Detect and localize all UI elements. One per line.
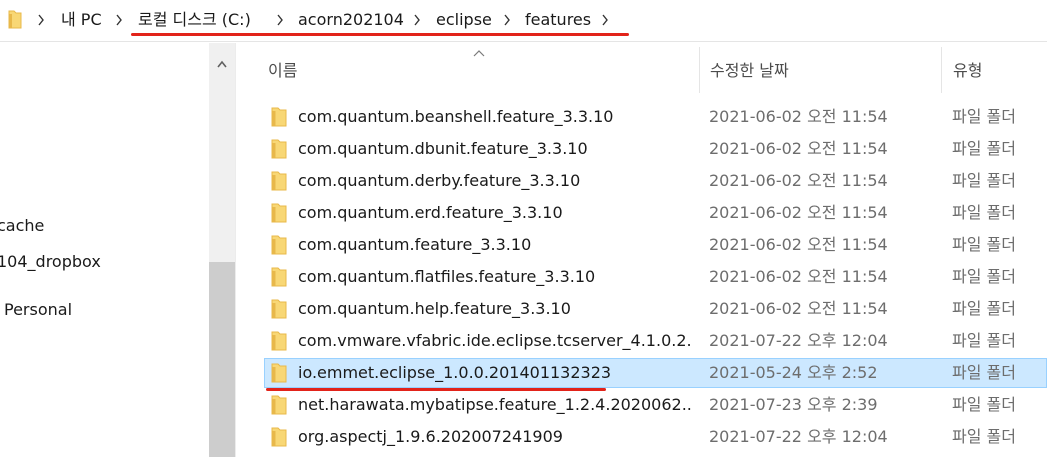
file-name: com.quantum.erd.feature_3.3.10 [298,203,563,222]
file-row[interactable]: com.quantum.feature_3.3.10 2021-06-02 오전… [264,230,1047,260]
file-name: net.harawata.mybatipse.feature_1.2.4.202… [298,395,691,414]
folder-icon [271,363,287,383]
file-type: 파일 폴더 [952,203,1016,222]
file-row-selected[interactable]: io.emmet.eclipse_1.0.0.201401132323 2021… [264,358,1047,388]
file-date: 2021-06-02 오전 11:54 [709,267,888,286]
column-header-name[interactable]: 이름 [268,60,297,82]
file-name: com.quantum.help.feature_3.3.10 [298,299,571,318]
annotation-underline-path [131,33,629,36]
file-row[interactable]: com.quantum.beanshell.feature_3.3.10 202… [264,102,1047,132]
scroll-up-arrow-icon[interactable] [217,60,227,68]
file-date: 2021-07-23 오후 2:39 [709,395,878,414]
file-date: 2021-06-02 오전 11:54 [709,299,888,318]
file-date: 2021-06-02 오전 11:54 [709,139,888,158]
folder-icon [271,299,287,319]
folder-icon [271,235,287,255]
file-type: 파일 폴더 [952,395,1016,414]
file-type: 파일 폴더 [952,235,1016,254]
folder-icon [271,331,287,351]
chevron-right-icon[interactable] [413,13,421,27]
file-row[interactable]: com.vmware.vfabric.ide.eclipse.tcserver_… [264,326,1047,356]
file-type: 파일 폴더 [952,139,1016,158]
folder-icon [271,107,287,127]
file-date: 2021-07-22 오후 12:04 [709,331,888,350]
file-row[interactable]: net.harawata.mybatipse.feature_1.2.4.202… [264,390,1047,420]
file-type: 파일 폴더 [952,171,1016,190]
nav-item-personal[interactable]: Personal [4,299,72,321]
column-divider[interactable] [699,47,700,93]
file-type: 파일 폴더 [952,107,1016,126]
file-name: com.quantum.derby.feature_3.3.10 [298,171,581,190]
sort-ascending-icon [473,50,485,57]
folder-icon [271,427,287,447]
folder-icon [8,10,22,29]
file-date: 2021-05-24 오후 2:52 [709,363,878,382]
file-date: 2021-06-02 오전 11:54 [709,171,888,190]
navigation-pane: cache 104_dropbox Personal [0,43,235,457]
file-name: io.emmet.eclipse_1.0.0.201401132323 [298,363,612,382]
file-row[interactable]: com.quantum.flatfiles.feature_3.3.10 202… [264,262,1047,292]
file-date: 2021-06-02 오전 11:54 [709,203,888,222]
folder-icon [271,395,287,415]
annotation-underline-selected [266,388,606,391]
file-name: org.aspectj_1.9.6.202007241909 [298,427,563,446]
chevron-right-icon[interactable] [37,13,45,27]
address-bar[interactable]: 내 PC 로컬 디스크 (C:) acorn202104 eclipse fea… [0,0,1047,42]
file-row[interactable]: com.quantum.help.feature_3.3.10 2021-06-… [264,294,1047,324]
column-header-date[interactable]: 수정한 날짜 [710,60,789,82]
file-type: 파일 폴더 [952,267,1016,286]
pane-divider[interactable] [235,43,236,457]
scrollbar-thumb[interactable] [209,262,235,457]
file-type: 파일 폴더 [952,363,1016,382]
file-date: 2021-06-02 오전 11:54 [709,107,888,126]
file-type: 파일 폴더 [952,299,1016,318]
chevron-right-icon[interactable] [601,13,609,27]
breadcrumb-item-features[interactable]: features [525,9,591,31]
file-name: com.vmware.vfabric.ide.eclipse.tcserver_… [298,331,691,350]
nav-item-cache[interactable]: cache [0,215,44,237]
file-row[interactable]: com.quantum.erd.feature_3.3.10 2021-06-0… [264,198,1047,228]
navigation-scrollbar[interactable] [209,43,235,457]
file-date: 2021-07-22 오후 12:04 [709,427,888,446]
column-header-type[interactable]: 유형 [953,60,982,82]
file-row[interactable]: com.quantum.dbunit.feature_3.3.10 2021-0… [264,134,1047,164]
folder-icon [271,267,287,287]
file-type: 파일 폴더 [952,427,1016,446]
breadcrumb-item-my-pc[interactable]: 내 PC [61,9,102,31]
chevron-right-icon[interactable] [276,13,284,27]
column-header-bar: 이름 수정한 날짜 유형 [236,43,1047,93]
folder-icon [271,139,287,159]
file-row[interactable]: com.quantum.derby.feature_3.3.10 2021-06… [264,166,1047,196]
breadcrumb-item-eclipse[interactable]: eclipse [436,9,492,31]
file-row[interactable]: org.aspectj_1.9.6.202007241909 2021-07-2… [264,422,1047,452]
nav-item-dropbox[interactable]: 104_dropbox [0,251,101,273]
chevron-right-icon[interactable] [503,13,511,27]
folder-icon [271,203,287,223]
file-name: com.quantum.dbunit.feature_3.3.10 [298,139,588,158]
chevron-right-icon[interactable] [115,13,123,27]
file-name: com.quantum.beanshell.feature_3.3.10 [298,107,614,126]
file-type: 파일 폴더 [952,331,1016,350]
file-name: com.quantum.flatfiles.feature_3.3.10 [298,267,596,286]
file-name: com.quantum.feature_3.3.10 [298,235,532,254]
file-date: 2021-06-02 오전 11:54 [709,235,888,254]
breadcrumb-item-local-disk[interactable]: 로컬 디스크 (C:) [138,9,251,31]
breadcrumb-item-acorn202104[interactable]: acorn202104 [298,9,404,31]
folder-icon [271,171,287,191]
column-divider[interactable] [941,47,942,93]
